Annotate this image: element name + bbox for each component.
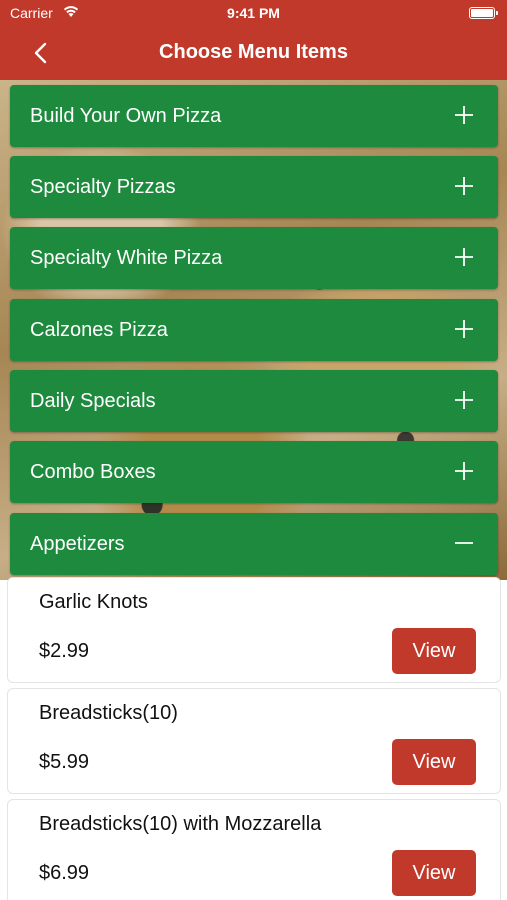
item-name: Breadsticks(10): [39, 702, 178, 724]
status-time: 9:41 PM: [227, 5, 280, 21]
plus-icon: [454, 319, 474, 339]
item-price: $5.99: [39, 751, 90, 773]
category-specialty-white-pizza[interactable]: Specialty White Pizza: [10, 227, 498, 289]
category-daily-specials[interactable]: Daily Specials: [10, 370, 498, 432]
view-button[interactable]: View: [392, 739, 476, 785]
menu-item-card: Breadsticks(10) $5.99 View: [7, 688, 501, 794]
nav-bar: Choose Menu Items: [0, 26, 507, 80]
menu-item-card: Breadsticks(10) with Mozzarella $6.99 Vi…: [7, 799, 501, 900]
plus-icon: [454, 105, 474, 125]
status-bar: Carrier 9:41 PM: [0, 0, 507, 26]
category-label: Calzones Pizza: [30, 319, 168, 341]
category-specialty-pizzas[interactable]: Specialty Pizzas: [10, 156, 498, 218]
page-title: Choose Menu Items: [159, 41, 348, 63]
category-label: Daily Specials: [30, 390, 156, 412]
item-price: $6.99: [39, 862, 90, 884]
battery-icon: [469, 7, 498, 19]
minus-icon: [454, 533, 474, 553]
view-button[interactable]: View: [392, 850, 476, 896]
item-price: $2.99: [39, 640, 90, 662]
category-label: Specialty White Pizza: [30, 247, 223, 269]
plus-icon: [454, 247, 474, 267]
category-label: Combo Boxes: [30, 461, 156, 483]
category-label: Specialty Pizzas: [30, 176, 176, 198]
category-build-your-own-pizza[interactable]: Build Your Own Pizza: [10, 85, 498, 147]
plus-icon: [454, 461, 474, 481]
category-calzones-pizza[interactable]: Calzones Pizza: [10, 299, 498, 361]
plus-icon: [454, 390, 474, 410]
menu-item-card: Garlic Knots $2.99 View: [7, 577, 501, 683]
plus-icon: [454, 176, 474, 196]
category-label: Appetizers: [30, 533, 125, 555]
category-label: Build Your Own Pizza: [30, 105, 222, 127]
item-name: Breadsticks(10) with Mozzarella: [39, 813, 322, 835]
category-combo-boxes[interactable]: Combo Boxes: [10, 441, 498, 503]
item-name: Garlic Knots: [39, 591, 148, 613]
view-button[interactable]: View: [392, 628, 476, 674]
category-appetizers[interactable]: Appetizers: [10, 513, 498, 575]
